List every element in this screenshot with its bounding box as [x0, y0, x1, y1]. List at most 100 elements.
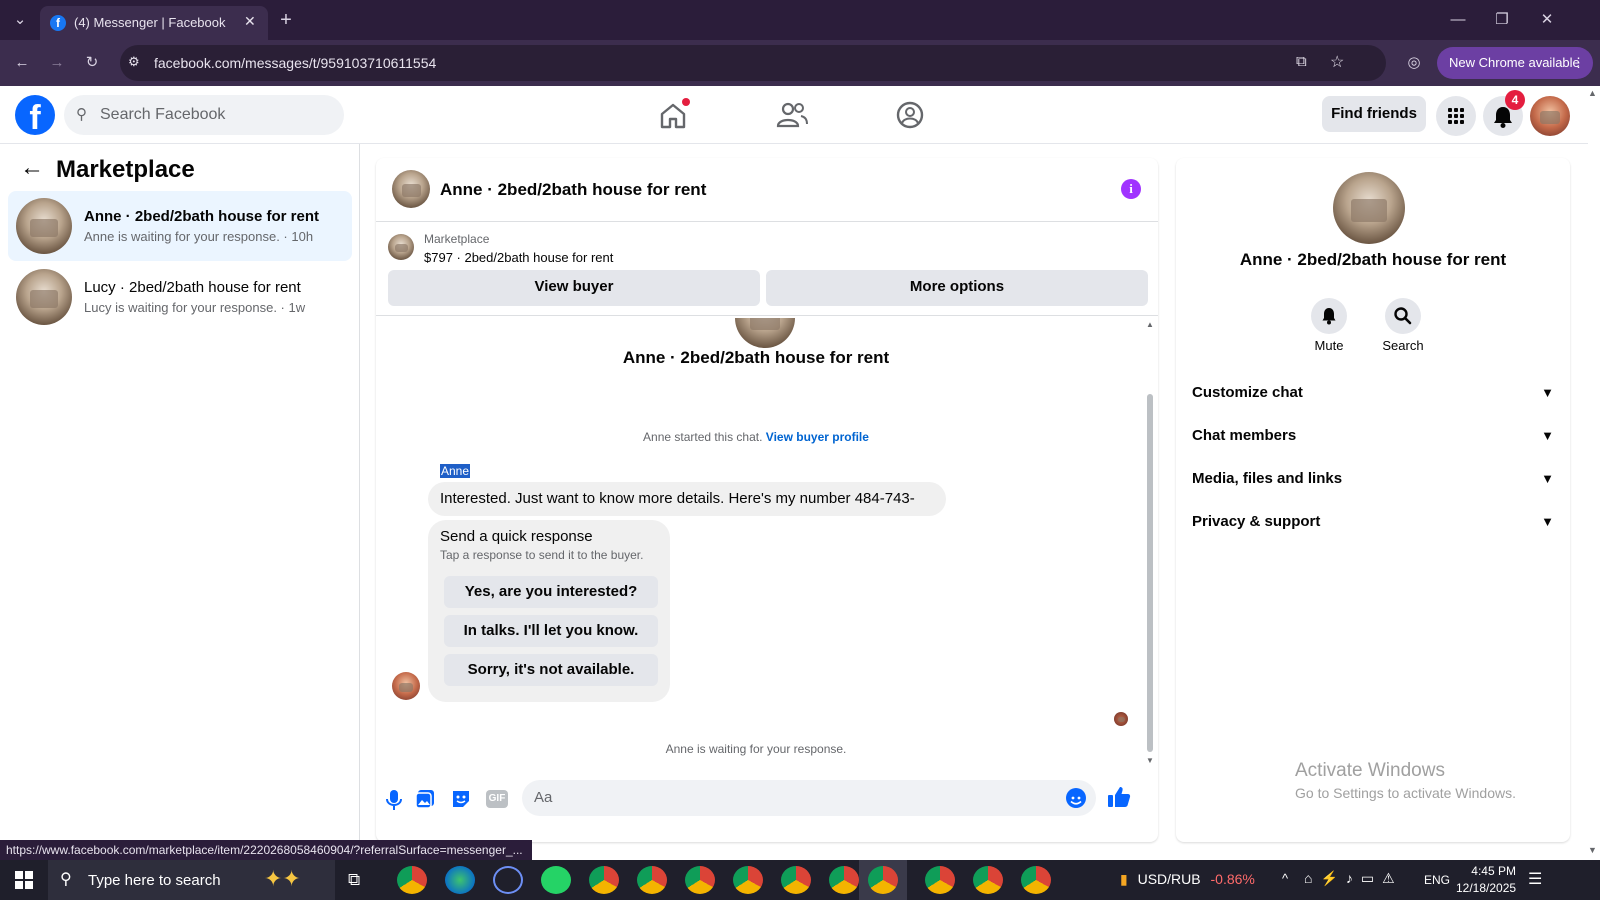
search-conversation-button[interactable]: Search [1376, 298, 1430, 358]
listing-banner: Marketplace $797 · 2bed/2bath house for … [376, 222, 1158, 316]
menu-grid-icon[interactable] [1436, 96, 1476, 136]
tab-close-icon[interactable]: ✕ [244, 13, 256, 30]
site-info-icon[interactable]: ⚙ [128, 54, 140, 70]
section-chat-members[interactable]: Chat members ▼ [1192, 416, 1556, 456]
conversation-item-lucy[interactable]: Lucy · 2bed/2bath house for rent Lucy is… [8, 262, 352, 332]
profile-avatar[interactable] [1333, 172, 1405, 244]
chat-avatar[interactable] [392, 170, 430, 208]
conversation-item-anne[interactable]: Anne · 2bed/2bath house for rent Anne is… [8, 191, 352, 261]
buyer-avatar[interactable] [392, 672, 420, 700]
thread-scrollbar[interactable]: ▲ ▼ [1146, 320, 1154, 768]
scroll-up-arrow[interactable]: ▲ [1146, 320, 1154, 329]
forward-icon[interactable]: → [45, 51, 69, 75]
mute-button[interactable]: Mute [1307, 298, 1351, 358]
tab-search-icon[interactable]: ⌄ [8, 8, 32, 32]
view-buyer-button[interactable]: View buyer [388, 270, 760, 306]
currency-widget[interactable]: ▮ USD/RUB -0.86% [1120, 871, 1255, 888]
window-close-icon[interactable]: ✕ [1535, 8, 1559, 32]
scroll-thumb[interactable] [1147, 394, 1153, 752]
started-text: Anne started this chat. [643, 430, 763, 444]
chrome-active-taskbar-icon[interactable] [868, 866, 898, 894]
find-friends-label: Find friends [1331, 105, 1417, 122]
kebab-menu-icon[interactable]: ⋮ [1572, 47, 1585, 79]
browser-tab[interactable]: f (4) Messenger | Facebook ✕ [40, 6, 268, 40]
ticker-name: USD/RUB [1137, 871, 1201, 887]
message-bubble[interactable]: Interested. Just want to know more detai… [428, 482, 946, 541]
groups-nav-icon[interactable] [890, 97, 930, 133]
clock-time: 4:45 PM [1471, 864, 1516, 878]
minimize-icon[interactable]: — [1446, 8, 1470, 32]
task-view-icon[interactable]: ⧉ [348, 870, 360, 890]
friends-nav-icon[interactable] [772, 97, 812, 133]
whatsapp-taskbar-icon[interactable] [541, 866, 571, 894]
chat-title[interactable]: Anne · 2bed/2bath house for rent [440, 180, 706, 200]
chrome-profile-taskbar-icon[interactable] [925, 866, 955, 894]
chrome-w-taskbar-icon[interactable] [397, 866, 427, 894]
page-scroll-up-arrow[interactable]: ▲ [1588, 88, 1597, 98]
microphone-icon[interactable] [384, 788, 404, 812]
chrome-profile-taskbar-icon[interactable] [685, 866, 715, 894]
chrome-profile-taskbar-icon[interactable] [589, 866, 619, 894]
chrome-profile-taskbar-icon[interactable] [781, 866, 811, 894]
facebook-logo[interactable]: f [15, 95, 55, 135]
quick-response-yes[interactable]: Yes, are you interested? [444, 576, 658, 608]
notification-center-icon[interactable]: ☰ [1528, 869, 1542, 889]
notification-badge: 4 [1505, 90, 1525, 110]
home-nav-icon[interactable] [653, 97, 693, 133]
section-media-files-links[interactable]: Media, files and links ▼ [1192, 459, 1556, 499]
clock[interactable]: 4:45 PM 12/18/2025 [1456, 863, 1516, 897]
edge-taskbar-icon[interactable] [445, 866, 475, 894]
new-chrome-button[interactable]: New Chrome available ⋮ [1437, 47, 1593, 79]
bookmark-star-icon[interactable]: ☆ [1330, 52, 1344, 72]
account-avatar[interactable] [1530, 96, 1570, 136]
notifications-bell-icon[interactable]: 4 [1483, 90, 1525, 136]
app-taskbar-icon[interactable] [493, 866, 523, 894]
chat-header: Anne · 2bed/2bath house for rent i [376, 158, 1158, 222]
restore-icon[interactable]: ❐ [1490, 8, 1514, 32]
emoji-icon[interactable] [1066, 788, 1086, 808]
more-options-button[interactable]: More options [766, 270, 1148, 306]
tray-icons[interactable]: ⌂⚡♪▭⚠ [1304, 870, 1403, 887]
windows-taskbar: ⚲ Type here to search ✦✦ ⧉ ▮ USD/RUB -0.… [0, 860, 1600, 900]
install-app-icon[interactable]: ⧉ [1296, 53, 1307, 70]
find-friends-button[interactable]: Find friends [1322, 96, 1426, 132]
search-label: Search [1382, 338, 1424, 353]
thumbs-up-icon[interactable] [1106, 784, 1132, 810]
gif-icon[interactable]: GIF [486, 790, 508, 808]
chrome-profile-taskbar-icon[interactable] [637, 866, 667, 894]
sticker-icon[interactable] [450, 788, 472, 810]
chrome-profile-taskbar-icon[interactable] [733, 866, 763, 894]
scroll-down-arrow[interactable]: ▼ [1146, 756, 1154, 765]
windows-start-icon[interactable] [14, 870, 34, 890]
back-icon[interactable]: ← [10, 51, 34, 75]
quick-response-in-talks[interactable]: In talks. I'll let you know. [444, 615, 658, 647]
profile-icon[interactable]: ◎ [1402, 51, 1426, 75]
taskbar-search-placeholder: Type here to search [88, 872, 221, 889]
quick-response-not-available[interactable]: Sorry, it's not available. [444, 654, 658, 686]
quick-response-title: Send a quick response [440, 528, 593, 545]
photo-attach-icon[interactable] [414, 788, 436, 810]
chrome-profile-taskbar-icon[interactable] [973, 866, 1003, 894]
listing-title[interactable]: $797 · 2bed/2bath house for rent [424, 250, 613, 265]
section-privacy-support[interactable]: Privacy & support ▼ [1192, 502, 1556, 542]
listing-thumbnail[interactable] [388, 234, 414, 260]
chrome-profile-taskbar-icon[interactable] [829, 866, 859, 894]
conversation-preview: Lucy is waiting for your response. · 1w [84, 300, 306, 315]
new-tab-icon[interactable]: + [274, 8, 298, 32]
reload-icon[interactable]: ↻ [80, 51, 104, 75]
address-bar[interactable]: ⚙ facebook.com/messages/t/95910371061155… [120, 45, 1386, 81]
back-arrow-icon[interactable]: ← [20, 154, 44, 182]
taskbar-search-box[interactable]: ⚲ Type here to search ✦✦ [48, 860, 335, 900]
view-buyer-profile-link[interactable]: View buyer profile [766, 430, 869, 444]
facebook-search-input[interactable]: ⚲ Search Facebook [64, 95, 344, 135]
message-input[interactable]: Aa [522, 780, 1096, 816]
language-indicator[interactable]: ENG [1424, 873, 1450, 887]
tray-chevron-icon[interactable]: ^ [1282, 871, 1288, 886]
section-customize-chat[interactable]: Customize chat ▼ [1192, 373, 1556, 413]
info-icon[interactable]: i [1121, 179, 1141, 199]
chat-started-notice: Anne started this chat. View buyer profi… [376, 430, 1136, 444]
page-scroll-down-arrow[interactable]: ▼ [1588, 845, 1597, 855]
clock-date: 12/18/2025 [1456, 881, 1517, 895]
chrome-profile-taskbar-icon[interactable] [1021, 866, 1051, 894]
section-label: Chat members [1192, 427, 1297, 444]
